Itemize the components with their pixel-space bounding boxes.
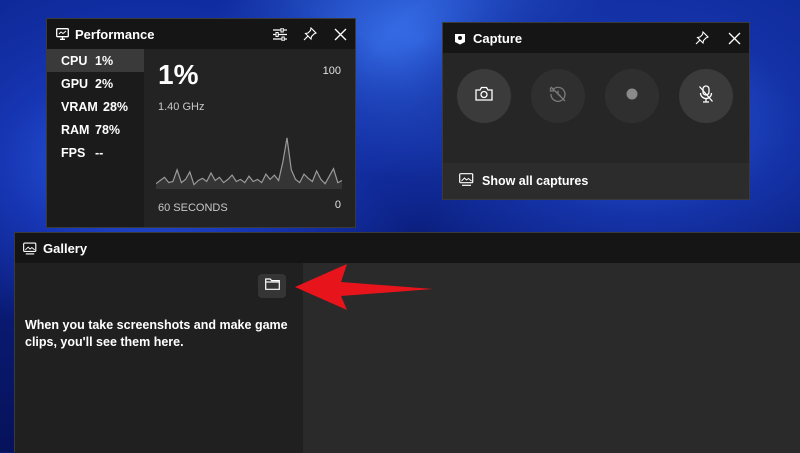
metric-value: 78% bbox=[95, 122, 121, 137]
settings-sliders-icon[interactable] bbox=[273, 27, 287, 41]
capture-widget: Capture Show all captures bbox=[442, 22, 750, 200]
metric-gpu[interactable]: GPU 2% bbox=[47, 72, 144, 95]
monitor-icon bbox=[55, 27, 69, 41]
pin-icon[interactable] bbox=[695, 31, 709, 45]
metric-name: RAM bbox=[61, 122, 90, 137]
cpu-frequency: 1.40 GHz bbox=[158, 101, 205, 113]
close-icon[interactable] bbox=[333, 27, 347, 41]
capture-title: Capture bbox=[473, 30, 523, 46]
capture-titlebar[interactable]: Capture bbox=[443, 23, 749, 53]
record-icon bbox=[626, 87, 638, 105]
show-all-captures-label: Show all captures bbox=[482, 174, 589, 188]
metric-name: VRAM bbox=[61, 99, 98, 114]
mic-off-icon bbox=[698, 84, 714, 108]
metric-value: 2% bbox=[95, 76, 114, 91]
show-all-captures-link[interactable]: Show all captures bbox=[443, 163, 749, 199]
gallery-list-pane: When you take screenshots and make game … bbox=[15, 263, 303, 453]
graph-min-label: 0 bbox=[334, 199, 341, 211]
capture-buttons bbox=[443, 53, 749, 163]
annotation-arrow bbox=[295, 264, 433, 310]
microphone-toggle-button[interactable] bbox=[679, 69, 733, 123]
metric-name: GPU bbox=[61, 76, 89, 91]
gallery-title: Gallery bbox=[43, 240, 88, 256]
graph-max-label: 100 bbox=[322, 65, 341, 77]
metric-fps[interactable]: FPS -- bbox=[47, 141, 144, 164]
open-folder-button[interactable] bbox=[258, 274, 286, 298]
cpu-usage-graph bbox=[156, 137, 342, 189]
metric-cpu[interactable]: CPU 1% bbox=[47, 49, 144, 72]
metric-ram[interactable]: RAM 78% bbox=[47, 118, 144, 141]
metric-detail: 1% 100 1.40 GHz 60 SECONDS 0 bbox=[144, 49, 355, 227]
performance-titlebar[interactable]: Performance bbox=[47, 19, 355, 49]
metric-value: 1% bbox=[95, 53, 114, 68]
gallery-icon bbox=[23, 241, 37, 255]
performance-title: Performance bbox=[75, 26, 155, 42]
metric-value: 28% bbox=[103, 99, 129, 114]
metric-name: FPS bbox=[61, 145, 86, 160]
current-cpu-value: 1% bbox=[158, 59, 199, 90]
graph-time-window: 60 SECONDS bbox=[158, 202, 228, 214]
gallery-empty-message: When you take screenshots and make game … bbox=[25, 318, 288, 349]
metric-vram[interactable]: VRAM 28% bbox=[47, 95, 144, 118]
capture-icon bbox=[453, 31, 467, 45]
screenshot-button[interactable] bbox=[457, 69, 511, 123]
close-icon[interactable] bbox=[727, 31, 741, 45]
gallery-titlebar[interactable]: Gallery bbox=[15, 233, 800, 263]
record-last-button[interactable] bbox=[531, 69, 585, 123]
start-recording-button[interactable] bbox=[605, 69, 659, 123]
camera-icon bbox=[475, 86, 493, 106]
metric-name: CPU bbox=[61, 53, 88, 68]
performance-widget: Performance CPU 1% GPU 2% VRAM 28% RAM 7… bbox=[46, 18, 356, 228]
gallery-icon bbox=[459, 173, 474, 189]
folder-icon bbox=[264, 277, 280, 295]
metric-list: CPU 1% GPU 2% VRAM 28% RAM 78% FPS -- bbox=[47, 49, 144, 227]
pin-icon[interactable] bbox=[303, 27, 317, 41]
record-last-icon bbox=[549, 85, 567, 108]
metric-value: -- bbox=[95, 145, 104, 160]
